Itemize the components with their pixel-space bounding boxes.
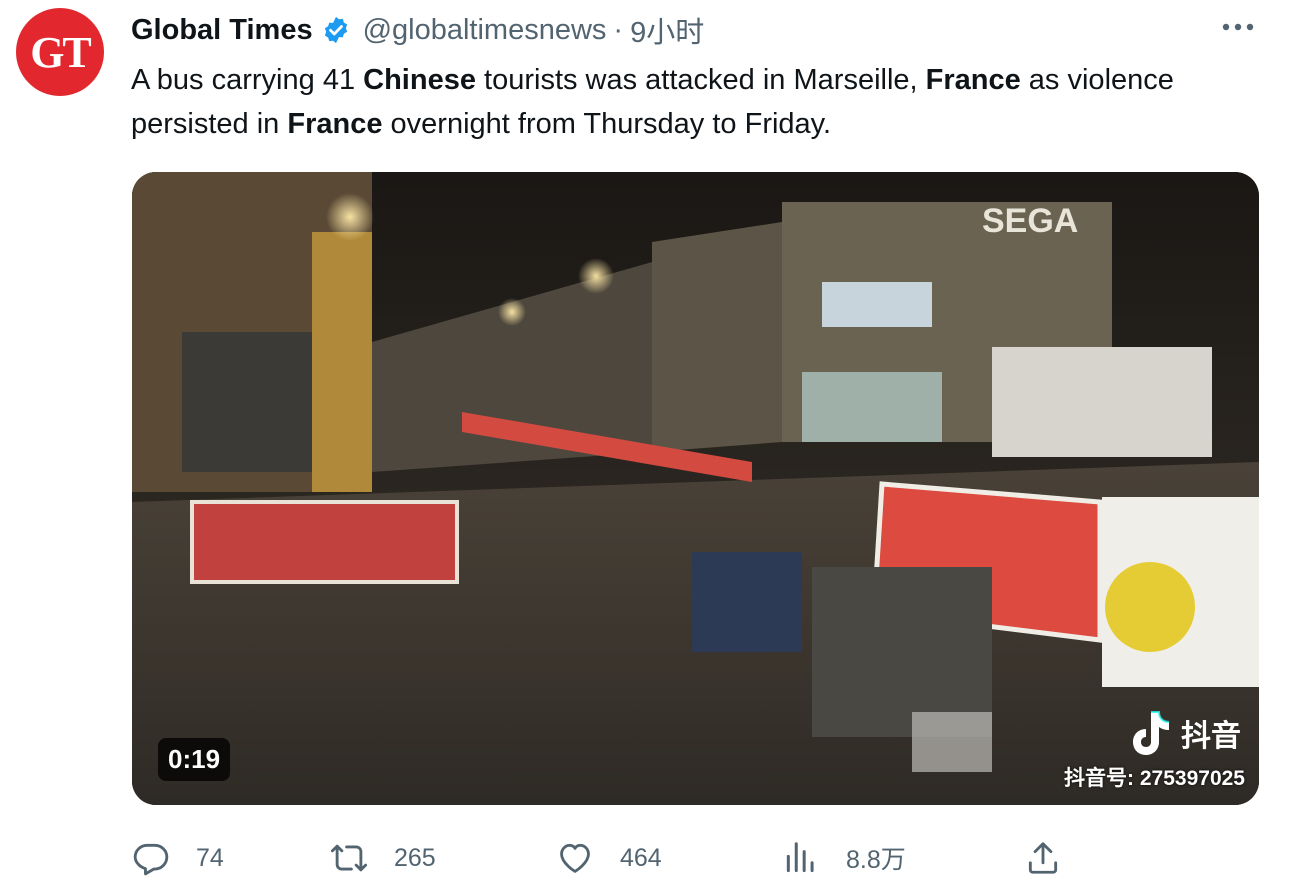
like-count: 464: [620, 843, 662, 872]
like-icon: [556, 839, 594, 877]
video-frame: SEGA: [132, 172, 1259, 805]
separator-dot: ·: [613, 13, 624, 46]
tweet-timestamp[interactable]: 9小时: [630, 9, 704, 51]
tweet-text-bold[interactable]: France: [926, 64, 1021, 96]
video-player[interactable]: SEGA 0:19 抖音 抖音号: 275397025: [132, 172, 1259, 805]
reply-icon: [132, 839, 170, 877]
views-count: 8.8万: [846, 846, 906, 874]
tweet-actions: 74 265 464 8.8万: [132, 836, 1252, 880]
tweet-text: A bus carrying 41 Chinese tourists was a…: [131, 58, 1251, 146]
tweet-text-bold[interactable]: Chinese: [363, 64, 476, 96]
author-handle[interactable]: @globaltimesnews: [363, 14, 607, 47]
tweet-text-part: tourists was attacked in Marseille,: [475, 64, 926, 96]
sega-sign: SEGA: [982, 202, 1078, 240]
tweet-text-bold[interactable]: France: [287, 108, 382, 140]
views-icon: [782, 839, 820, 877]
views-button[interactable]: 8.8万: [782, 836, 906, 880]
tweet-text-part: A bus carrying 41: [131, 64, 364, 96]
retweet-icon: [330, 839, 368, 877]
author-name[interactable]: Global Times: [131, 14, 313, 47]
avatar[interactable]: GT: [16, 8, 104, 96]
douyin-logo-icon: [1127, 708, 1173, 758]
tweet-text-part: overnight from Thursday to Friday.: [382, 108, 832, 140]
avatar-logo-text: GT: [30, 27, 92, 77]
tweet-header: Global Times @globaltimesnews · 9小时: [131, 10, 1232, 50]
douyin-app-name: 抖音: [1181, 720, 1241, 753]
retweet-button[interactable]: 265: [330, 836, 436, 880]
reply-button[interactable]: 74: [132, 836, 224, 880]
video-duration: 0:19: [158, 738, 231, 781]
reply-count: 74: [196, 843, 224, 872]
share-button[interactable]: [1024, 836, 1088, 880]
douyin-watermark: 抖音: [1127, 708, 1241, 758]
verified-badge-icon: [321, 15, 351, 45]
share-icon: [1024, 839, 1062, 877]
like-button[interactable]: 464: [556, 836, 662, 880]
douyin-id: 抖音号: 275397025: [1064, 767, 1245, 790]
retweet-count: 265: [394, 843, 436, 872]
more-icon[interactable]: [1218, 12, 1258, 42]
